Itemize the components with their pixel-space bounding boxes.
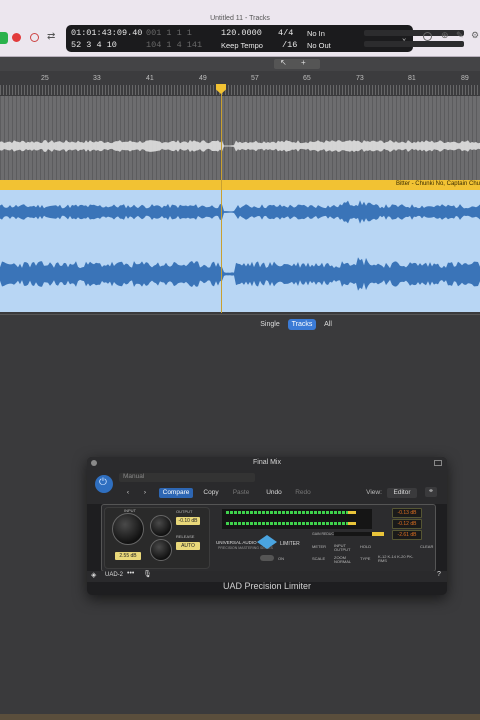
timecode-readout: 01:01:43:09.40 (71, 28, 143, 38)
play-button[interactable] (0, 32, 8, 44)
bars-beats-readout: 52 3 4 10 (71, 40, 117, 50)
bar-number: 41 (146, 75, 154, 82)
tracks-toolbar (0, 57, 480, 71)
record-button[interactable] (12, 33, 21, 42)
limiter-panel: INPUT 2.55 dB OUTPUT -0.10 dB RELEASE AU… (101, 504, 436, 572)
preset-name: Manual (123, 473, 145, 480)
track-1-waveform (0, 140, 480, 152)
chevron-down-icon[interactable]: ⌄ (402, 34, 406, 43)
plugin-name: UAD Precision Limiter (222, 581, 312, 591)
limiter-label: LIMITER (280, 541, 300, 547)
scale-mode-options[interactable]: ZOOM NORMAL (334, 556, 354, 564)
view-label: View: (366, 489, 382, 496)
output-label: OUTPUT (176, 509, 193, 514)
plugin-window-title: Final Mix (252, 459, 281, 466)
pencil-icon[interactable]: ✎ (456, 30, 464, 41)
bar-number: 89 (461, 75, 469, 82)
marquee-tool-icon[interactable]: + (301, 58, 306, 67)
metronome-icon[interactable]: ⊕ (441, 30, 449, 41)
time-signature[interactable]: 4/4 (278, 28, 293, 38)
uad-diamond-icon: ◈ (91, 572, 97, 579)
track-2-waveform (0, 200, 480, 291)
bar-number: 73 (356, 75, 364, 82)
uad-label: UAD-2 (105, 572, 124, 578)
undo-button[interactable]: Undo (261, 488, 287, 498)
bar-number: 65 (303, 75, 311, 82)
settings-icon[interactable]: ⚙ (471, 30, 479, 41)
view-single-button[interactable]: Single (254, 319, 286, 330)
tempo-mode[interactable]: Keep Tempo (221, 41, 263, 50)
cycle-icon[interactable]: ⇄ (47, 31, 55, 42)
playhead[interactable] (221, 85, 222, 313)
meter-left-peak (348, 511, 356, 514)
meter-left-bar (226, 511, 354, 514)
on-label: ON (278, 556, 284, 561)
view-menu[interactable]: Editor (387, 488, 417, 498)
plugin-window: Final Mix ⏻ Manual ‹ › Compare Copy Past… (87, 457, 447, 595)
output-knob[interactable] (150, 515, 172, 537)
bars-ghost: 104 1 4 141 (146, 40, 203, 50)
region-name: Bitter - Chunki No, Captain Chu (395, 181, 480, 187)
meter-label: METER (312, 544, 326, 549)
input-knob[interactable] (112, 513, 144, 545)
replace-mode-icon[interactable] (30, 33, 39, 42)
timecode-ghost: 001 1 1 1 (146, 28, 192, 38)
cpu-meter (364, 30, 464, 36)
hd-meter (364, 41, 464, 47)
link-icon[interactable]: ⚭ (425, 487, 437, 497)
help-button[interactable]: ? (437, 571, 441, 578)
compare-button[interactable]: Compare (159, 488, 193, 498)
copy-button[interactable]: Copy (199, 488, 223, 498)
brand-name: UNIVERSAL AUDIO (216, 540, 257, 545)
view-tracks-button[interactable]: Tracks (288, 319, 316, 330)
release-label: RELEASE (176, 534, 195, 539)
gain-reduction-readout: -2.61 dB (392, 530, 422, 540)
release-knob[interactable] (150, 539, 172, 561)
power-icon[interactable]: ⏻ (95, 475, 113, 493)
peak-left-readout: -0.13 dB (392, 508, 422, 518)
clear-label[interactable]: CLEAR (420, 544, 433, 549)
tuner-icon[interactable] (423, 32, 432, 41)
paste-button[interactable]: Paste (229, 488, 253, 498)
hold-label: HOLD (360, 544, 372, 549)
bar-number: 49 (199, 75, 207, 82)
peak-right-readout: -0.12 dB (392, 519, 422, 529)
redo-button[interactable]: Redo (291, 488, 315, 498)
bar-number: 25 (41, 75, 49, 82)
view-selector-bar (0, 314, 480, 335)
microphone-icon[interactable]: 🎙 (143, 570, 152, 578)
tempo-value[interactable]: 120.0000 (221, 28, 262, 38)
output-value: -0.10 dB (176, 517, 200, 525)
view-all-button[interactable]: All (318, 319, 338, 330)
previous-preset-button[interactable]: ‹ (123, 488, 133, 498)
meter-right-bar (226, 522, 354, 525)
meter-type-options[interactable]: K-12 K-14 K-20 PK-RMS (378, 555, 418, 563)
gain-reduction-meter (334, 532, 384, 536)
window-title: Untitled 11 - Tracks (210, 15, 270, 22)
link-window-icon[interactable] (434, 460, 442, 466)
gain-reduction-bar (372, 532, 384, 536)
lcd-display: 01:01:43:09.40 001 1 1 1 52 3 4 10 104 1… (66, 25, 464, 52)
more-options-icon[interactable]: ••• (127, 570, 134, 577)
on-toggle[interactable] (260, 555, 274, 561)
tool-menu[interactable]: ↖ + (274, 58, 320, 69)
pointer-tool-icon[interactable]: ↖ (280, 58, 287, 67)
meter-mode-options[interactable]: INPUT OUTPUT (334, 544, 354, 552)
bar-number: 33 (93, 75, 101, 82)
type-label: TYPE (360, 556, 371, 561)
ruler-ticks (0, 85, 480, 95)
midi-output-readout: No Out (307, 41, 331, 50)
scale-label: SCALE (312, 556, 326, 561)
midi-input-readout: No In (307, 29, 325, 38)
input-value: 2.55 dB (115, 552, 141, 560)
preset-menu[interactable]: Manual (119, 473, 255, 482)
division[interactable]: /16 (282, 40, 297, 50)
bar-number: 57 (251, 75, 259, 82)
next-preset-button[interactable]: › (140, 488, 150, 498)
release-value: AUTO (176, 542, 200, 550)
meter-right-peak (348, 522, 356, 525)
bottom-strip (0, 714, 480, 720)
bar-number: 81 (408, 75, 416, 82)
